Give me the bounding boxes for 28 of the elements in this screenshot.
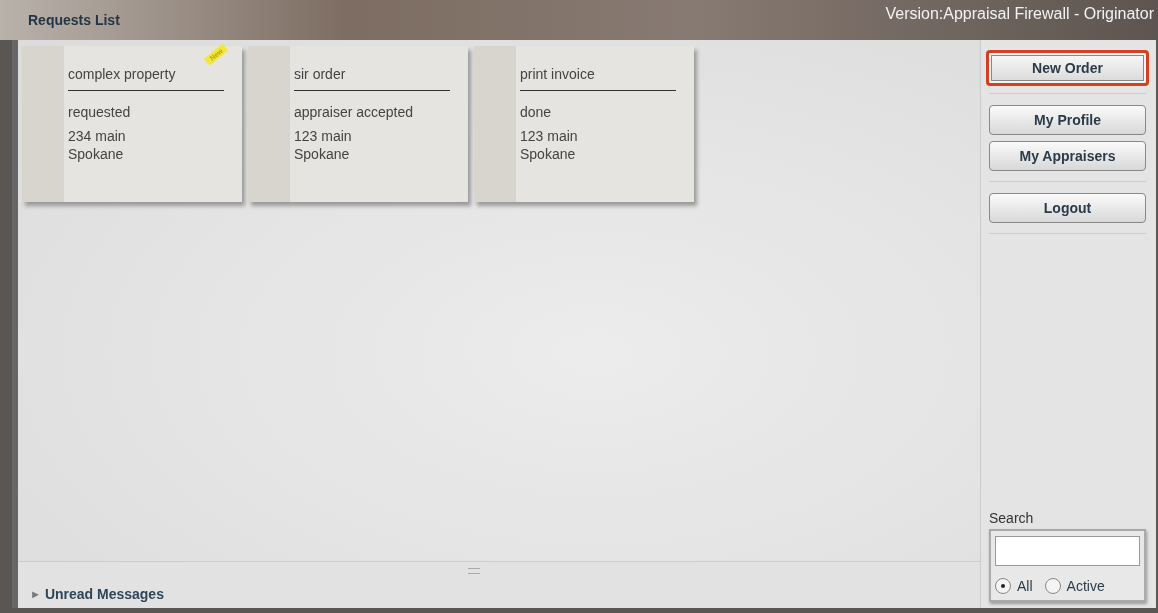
sidebar-button[interactable]: New Order xyxy=(986,50,1149,86)
request-address: 123 main xyxy=(294,127,353,145)
version-label: Version:Appraisal Firewall - Originator xyxy=(885,5,1154,23)
filter-radio[interactable]: All xyxy=(995,578,1033,594)
request-title: print invoice xyxy=(520,65,596,84)
request-address: 123 main xyxy=(520,127,579,145)
request-card[interactable]: print invoice done 123 main Spokane xyxy=(474,46,694,202)
request-city: Spokane xyxy=(68,145,125,163)
request-status: appraiser accepted xyxy=(294,103,415,121)
request-card[interactable]: sir order appraiser accepted 123 main Spokane xyxy=(248,46,468,202)
unread-messages-label: Unread Messages xyxy=(44,586,164,602)
filter-radio[interactable]: Active xyxy=(1044,578,1105,594)
sidebar-button[interactable]: Logout xyxy=(989,193,1146,223)
request-title: complex property xyxy=(68,65,177,84)
request-city: Spokane xyxy=(294,145,351,163)
request-status: requested xyxy=(68,103,132,121)
sidebar-button[interactable]: My Appraisers xyxy=(989,141,1146,171)
resize-grip-icon[interactable] xyxy=(468,568,480,574)
page-title: Requests List xyxy=(28,12,120,28)
sidebar-button[interactable]: My Profile xyxy=(989,105,1146,135)
search-label: Search xyxy=(989,510,1035,526)
request-status: done xyxy=(520,103,553,121)
search-field[interactable] xyxy=(995,536,1140,566)
request-title: sir order xyxy=(294,65,347,84)
unread-messages-toggle[interactable]: ► Unread Messages xyxy=(30,586,164,602)
request-city: Spokane xyxy=(520,145,577,163)
expand-arrow: ► xyxy=(30,588,41,600)
request-address: 234 main xyxy=(68,127,127,145)
